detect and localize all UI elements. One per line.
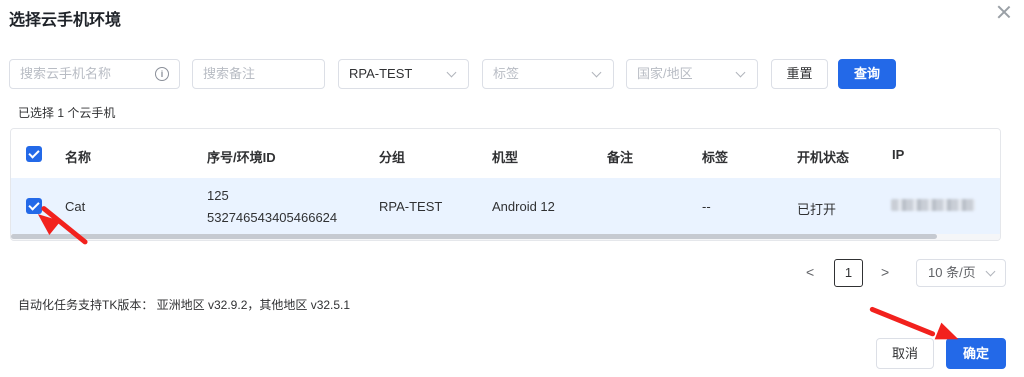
- row-seq: 125: [207, 188, 229, 203]
- col-seq-header: 序号/环境ID: [207, 150, 276, 165]
- close-icon[interactable]: [996, 4, 1012, 20]
- page-size-value: 10 条/页: [928, 265, 976, 280]
- name-search-placeholder: 搜索云手机名称: [20, 66, 112, 81]
- row-model: Android 12: [492, 199, 555, 214]
- row-ip-blurred: [891, 199, 975, 211]
- region-select-placeholder: 国家/地区: [637, 66, 693, 81]
- horizontal-scrollbar[interactable]: [11, 234, 1000, 240]
- chevron-down-icon: [985, 266, 996, 277]
- col-model-header: 机型: [492, 150, 519, 165]
- info-icon: i: [155, 67, 169, 81]
- table-row[interactable]: Cat 125 532746543405466624 RPA-TEST Andr…: [11, 178, 1000, 235]
- col-remark-header: 备注: [607, 150, 634, 165]
- selection-count: 已选择 1 个云手机: [18, 106, 116, 120]
- chevron-down-icon: [735, 67, 746, 78]
- remark-search-placeholder: 搜索备注: [203, 66, 256, 81]
- reset-button[interactable]: 重置: [771, 59, 828, 89]
- row-name: Cat: [65, 199, 86, 214]
- cancel-button[interactable]: 取消: [876, 338, 934, 369]
- row-env-id: 532746543405466624: [207, 210, 338, 225]
- col-tag-header: 标签: [702, 150, 729, 165]
- tag-select[interactable]: 标签: [482, 59, 614, 89]
- col-status-header: 开机状态: [797, 150, 850, 165]
- query-button[interactable]: 查询: [838, 59, 896, 89]
- dialog-title: 选择云手机环境: [9, 12, 122, 29]
- group-select-value: RPA-TEST: [349, 66, 413, 81]
- row-group: RPA-TEST: [379, 199, 443, 214]
- region-select[interactable]: 国家/地区: [626, 59, 758, 89]
- row-status: 已打开: [797, 202, 837, 217]
- tag-select-placeholder: 标签: [493, 66, 520, 81]
- select-all-checkbox[interactable]: [26, 146, 42, 162]
- remark-search-input[interactable]: 搜索备注: [192, 59, 325, 89]
- prev-page-icon[interactable]: <: [806, 264, 814, 280]
- col-name-header: 名称: [65, 150, 92, 165]
- col-ip-header: IP: [892, 147, 905, 162]
- scrollbar-thumb[interactable]: [11, 234, 937, 239]
- name-search-input[interactable]: 搜索云手机名称 i: [9, 59, 180, 89]
- page-number[interactable]: 1: [834, 259, 863, 287]
- version-note: 自动化任务支持TK版本： 亚洲地区 v32.9.2，其他地区 v32.5.1: [18, 298, 351, 312]
- row-tag: --: [702, 199, 711, 214]
- chevron-down-icon: [446, 67, 457, 78]
- table-header: 名称 序号/环境ID 分组 机型 备注 标签 开机状态 IP: [11, 129, 1000, 179]
- phone-table: 名称 序号/环境ID 分组 机型 备注 标签 开机状态 IP Cat 125 5…: [10, 128, 1001, 241]
- next-page-icon[interactable]: >: [881, 264, 889, 280]
- col-group-header: 分组: [379, 150, 406, 165]
- group-select[interactable]: RPA-TEST: [338, 59, 469, 89]
- chevron-down-icon: [591, 67, 602, 78]
- page-size-select[interactable]: 10 条/页: [916, 259, 1006, 287]
